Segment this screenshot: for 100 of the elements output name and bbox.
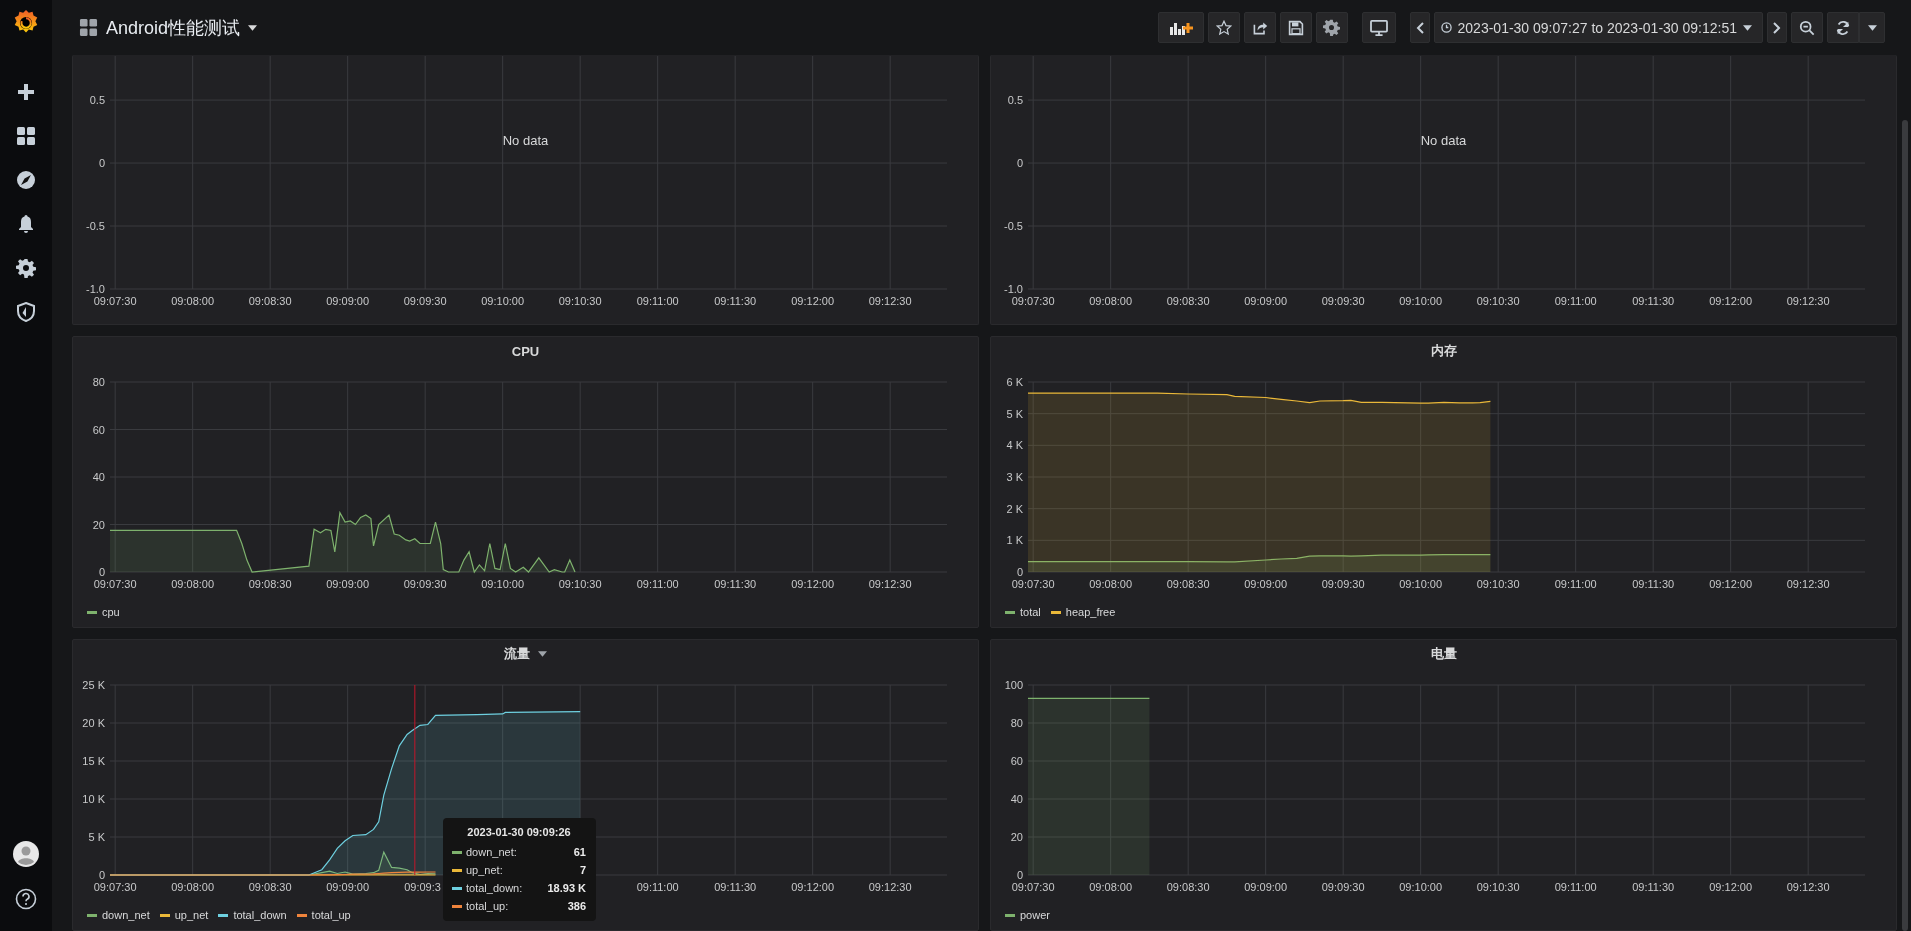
x-tick-label: 09:12:30	[868, 578, 912, 590]
y-tick-label: 25 K	[82, 679, 105, 691]
legend-label[interactable]: total_up	[311, 909, 351, 921]
x-tick-label: 09:08:30	[1166, 578, 1210, 590]
x-tick-label: 09:12:30	[1786, 881, 1830, 893]
x-tick-label: 09:10:00	[1399, 881, 1443, 893]
x-tick-label: 09:11:00	[636, 578, 679, 590]
x-tick-label: 09:07:30	[93, 881, 137, 893]
y-tick-label: 0	[1016, 157, 1023, 170]
x-tick-label: 09:11:00	[1554, 578, 1597, 590]
y-tick-label: 60	[1010, 755, 1023, 767]
y-tick-label: 20	[92, 518, 105, 531]
plus-icon[interactable]	[16, 82, 36, 102]
share-button[interactable]	[1243, 12, 1276, 43]
legend-label[interactable]: total	[1020, 606, 1041, 618]
y-tick-label: 20 K	[82, 717, 105, 729]
caret-icon	[1743, 24, 1752, 31]
scrollbar[interactable]	[1902, 120, 1908, 931]
no-data-message: No data	[502, 133, 549, 148]
settings-icon[interactable]	[16, 258, 36, 278]
legend-label[interactable]: heap_free	[1065, 606, 1116, 618]
legend-label[interactable]: total_down	[233, 909, 287, 921]
help-icon[interactable]	[15, 888, 37, 910]
clock-icon	[1440, 22, 1452, 33]
x-tick-label: 09:07:30	[93, 578, 137, 590]
star-icon	[1215, 19, 1232, 36]
x-tick-label: 09:08:30	[248, 578, 292, 590]
x-tick-label: 09:11:30	[1632, 881, 1675, 893]
y-tick-label: 5 K	[88, 831, 105, 843]
x-tick-label: 09:07:30	[93, 295, 137, 307]
star-button[interactable]	[1207, 12, 1240, 43]
caret-icon[interactable]	[538, 651, 547, 657]
legend-label[interactable]: cpu	[102, 606, 120, 618]
y-tick-label: 0	[98, 566, 105, 578]
x-tick-label: 09:10:30	[1476, 578, 1520, 590]
x-tick-label: 09:12:00	[1709, 881, 1753, 893]
x-tick-label: 09:09:00	[1244, 881, 1288, 893]
series-name: total_up:	[466, 900, 510, 912]
dashboard-title[interactable]: Android性能测试	[106, 15, 258, 40]
y-tick-label: 5 K	[1006, 407, 1023, 420]
save-button[interactable]	[1279, 12, 1312, 43]
settings-button[interactable]	[1315, 12, 1348, 43]
x-tick-label: 09:12:00	[791, 578, 835, 590]
y-tick-label: 80	[92, 376, 105, 388]
caret-icon	[248, 24, 258, 31]
caret-icon	[1867, 24, 1877, 31]
x-tick-label: 09:09:00	[1244, 578, 1288, 590]
x-tick-label: 09:12:00	[1709, 295, 1753, 307]
x-tick-label: 09:08:30	[248, 881, 292, 893]
series-name: total_down:	[466, 882, 524, 894]
chevron-left-icon	[1415, 21, 1424, 34]
x-tick-label: 09:11:30	[1632, 578, 1675, 590]
x-tick-label: 09:08:00	[1089, 578, 1133, 590]
zoom-out-button[interactable]	[1791, 12, 1823, 43]
y-tick-label: 100	[1004, 679, 1023, 691]
y-tick-label: 0	[98, 869, 105, 881]
bell-icon[interactable]	[16, 214, 36, 234]
compass-icon[interactable]	[16, 170, 36, 190]
shield-icon[interactable]	[16, 302, 36, 322]
x-tick-label: 09:10:00	[1399, 578, 1443, 590]
refresh-menu-button[interactable]	[1859, 12, 1885, 43]
no-data-message: No data	[1420, 133, 1467, 148]
y-tick-label: 0	[1016, 869, 1023, 881]
x-tick-label: 09:11:30	[714, 295, 757, 307]
y-tick-label: 80	[1010, 717, 1023, 729]
refresh-button[interactable]	[1827, 12, 1859, 43]
y-tick-label: 0	[98, 157, 105, 170]
x-tick-label: 09:10:00	[481, 578, 525, 590]
panel-title[interactable]: CPU	[511, 343, 540, 359]
y-tick-label: -0.5	[86, 220, 105, 233]
next-button[interactable]	[1767, 12, 1787, 43]
time-range-picker[interactable]: 2023-01-30 09:07:27 to 2023-01-30 09:12:51	[1433, 12, 1763, 43]
x-tick-label: 09:07:30	[1011, 578, 1055, 590]
legend-label[interactable]: up_net	[174, 909, 209, 921]
x-tick-label: 09:09:00	[1244, 295, 1288, 307]
x-tick-label: 09:09:00	[326, 881, 370, 893]
x-tick-label: 09:12:30	[1786, 578, 1830, 590]
panel-title[interactable]: 电量	[1430, 645, 1457, 663]
avatar-icon[interactable]	[13, 841, 39, 867]
x-tick-label: 09:11:00	[636, 881, 679, 893]
legend-label[interactable]: down_net	[102, 909, 150, 921]
x-tick-label: 09:12:00	[791, 295, 835, 307]
y-tick-label: 3 K	[1006, 471, 1023, 483]
x-tick-label: 09:11:00	[1554, 881, 1597, 893]
x-tick-label: 09:10:00	[481, 295, 525, 307]
tv-mode-button[interactable]	[1361, 12, 1396, 43]
x-tick-label: 09:08:00	[171, 295, 215, 307]
add-panel-button[interactable]	[1157, 12, 1204, 43]
x-tick-label: 09:11:00	[636, 295, 679, 307]
x-tick-label: 09:10:30	[1476, 295, 1520, 307]
y-tick-label: 0.5	[1007, 94, 1023, 107]
legend-label[interactable]: power	[1020, 909, 1050, 921]
dashboards-icon[interactable]	[16, 126, 36, 146]
series-value: 61	[573, 846, 586, 858]
panel-title[interactable]: 内存	[1430, 342, 1457, 360]
previous-button[interactable]	[1409, 12, 1430, 43]
x-tick-label: 09:09:30	[403, 295, 447, 307]
x-tick-label: 09:08:30	[1166, 295, 1210, 307]
panel-title[interactable]: 流量	[504, 645, 530, 663]
refresh-icon	[1835, 19, 1851, 36]
